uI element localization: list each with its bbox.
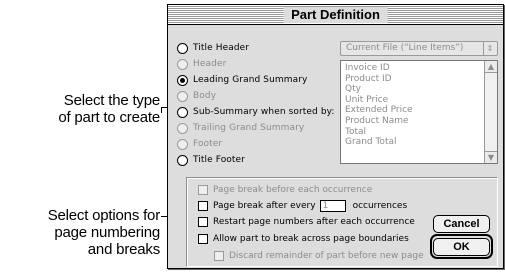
sort-field-list: Invoice ID Product ID Qty Unit Price Ext… — [340, 60, 498, 164]
part-type-callout: Select the type of part to create — [0, 92, 160, 126]
radio-label: Title Footer — [193, 155, 245, 165]
checkbox — [214, 250, 224, 261]
list-scrollbar: ▲ ▼ — [484, 61, 497, 163]
list-item: Unit Price — [345, 94, 389, 105]
radio-footer: Footer — [177, 137, 222, 151]
checkbox — [198, 184, 208, 195]
radio-leading-grand-summary[interactable]: Leading Grand Summary — [177, 73, 307, 87]
occurrences-label: occurrences — [352, 200, 408, 211]
checkbox-label: Page break before each occurrence — [213, 184, 373, 195]
radio-trailing-grand-summary: Trailing Grand Summary — [177, 121, 304, 135]
list-item: Product Name — [345, 115, 409, 126]
radio-label: Trailing Grand Summary — [193, 123, 305, 133]
radio-header: Header — [177, 57, 226, 71]
checkbox[interactable] — [198, 200, 208, 211]
list-item: Invoice ID — [345, 63, 390, 73]
checkbox-label: Discard remainder of part before new pag… — [229, 250, 424, 261]
discard-remainder-option: Discard remainder of part before new pag… — [214, 249, 424, 262]
list-item: Extended Price — [345, 105, 413, 116]
radio-button — [177, 138, 188, 150]
page-break-after-option[interactable]: Page break after every 1 occurrences — [198, 199, 407, 212]
field-items: Invoice ID Product ID Qty Unit Price Ext… — [345, 63, 413, 148]
radio-body: Body — [177, 89, 216, 103]
part-definition-dialog: Part Definition Title Header Header Lead… — [167, 4, 504, 269]
radio-label: Title Header — [193, 43, 250, 53]
radio-button[interactable] — [177, 106, 188, 118]
cancel-button[interactable]: Cancel — [433, 215, 490, 233]
radio-button[interactable] — [177, 154, 188, 166]
dialog-title: Part Definition — [283, 7, 388, 23]
radio-button[interactable] — [177, 74, 188, 86]
ok-button[interactable]: OK — [433, 238, 490, 256]
occurrences-count-input[interactable]: 1 — [319, 199, 346, 212]
callout-line: and breaks — [87, 241, 160, 258]
radio-title-header[interactable]: Title Header — [177, 41, 249, 55]
page-break-before-option: Page break before each occurrence — [198, 183, 372, 196]
checkbox-label: Allow part to break across page boundari… — [213, 233, 409, 244]
radio-label: Header — [193, 59, 227, 69]
list-item: Grand Total — [345, 137, 397, 148]
callout-line: Select the type — [63, 92, 160, 109]
radio-button — [177, 122, 188, 134]
radio-label: Footer — [193, 139, 223, 149]
popup-value: Current File (“Line Items”) — [346, 43, 464, 53]
radio-button — [177, 58, 188, 70]
radio-sub-summary[interactable]: Sub-Summary when sorted by: — [177, 105, 335, 119]
title-bar[interactable]: Part Definition — [168, 5, 503, 25]
checkbox-label: Restart page numbers after each occurren… — [213, 216, 415, 227]
radio-label: Body — [193, 91, 217, 101]
callout-line: Select options for — [47, 207, 161, 224]
checkbox-label: Page break after every — [213, 200, 316, 211]
scroll-down-arrow-icon: ▼ — [485, 151, 497, 163]
radio-label: Sub-Summary when sorted by: — [193, 107, 335, 117]
radio-button — [177, 90, 188, 102]
page-options-callout: Select options for page numbering and br… — [0, 207, 161, 258]
callout-line: of part to create — [58, 109, 160, 126]
table-popup-menu: Current File (“Line Items”) ⇕ — [340, 41, 498, 56]
scroll-up-arrow-icon: ▲ — [485, 61, 497, 73]
restart-page-numbers-option[interactable]: Restart page numbers after each occurren… — [198, 215, 415, 228]
list-item: Qty — [345, 84, 361, 95]
radio-label: Leading Grand Summary — [193, 75, 308, 85]
checkbox[interactable] — [198, 233, 208, 244]
checkbox[interactable] — [198, 216, 208, 227]
updown-arrows-icon: ⇕ — [483, 42, 496, 55]
list-item: Product ID — [345, 73, 392, 84]
allow-break-option[interactable]: Allow part to break across page boundari… — [198, 232, 409, 245]
radio-title-footer[interactable]: Title Footer — [177, 153, 245, 167]
list-item: Total — [345, 126, 367, 137]
radio-button[interactable] — [177, 42, 188, 54]
callout-line: page numbering — [54, 224, 160, 241]
